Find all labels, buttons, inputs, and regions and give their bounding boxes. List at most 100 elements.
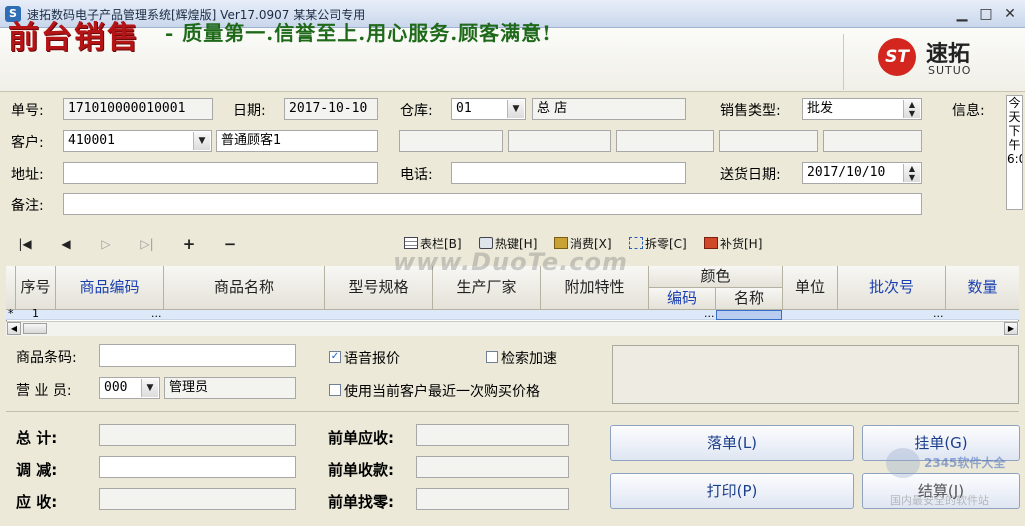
watermark-mascot-icon (886, 448, 920, 478)
grid-corner (6, 266, 16, 310)
add-row-button[interactable]: + (178, 235, 200, 253)
selected-cell[interactable] (716, 310, 782, 320)
banner-title: 前台销售 (8, 20, 140, 56)
total-field (99, 424, 296, 446)
prev-change-label: 前单找零: (328, 493, 394, 511)
col-header-color-name[interactable]: 名称 (716, 288, 783, 310)
customer-extra-field-5 (823, 130, 922, 152)
maximize-button[interactable]: □ (974, 4, 998, 24)
scroll-thumb[interactable] (23, 323, 47, 334)
delete-row-button[interactable]: − (219, 235, 241, 253)
prev-receivable-field (416, 424, 569, 446)
customer-extra-field-3 (616, 130, 714, 152)
watermark: www.DuoTe.com (393, 248, 628, 276)
chevron-down-icon[interactable]: ▼ (193, 132, 210, 150)
last-price-checkbox[interactable] (329, 384, 341, 396)
order-no-field[interactable]: 171010000010001 (63, 98, 213, 120)
last-record-button[interactable]: ▷| (136, 235, 158, 253)
restock-icon (704, 237, 718, 249)
divider (6, 411, 1019, 412)
phone-field[interactable] (451, 162, 686, 184)
prev-record-button[interactable]: ◀ (55, 235, 77, 253)
prev-received-field (416, 456, 569, 478)
warehouse-label: 仓库: (400, 103, 433, 119)
clerk-select[interactable]: 000 ▼ (99, 377, 160, 399)
logo-subtext: SUTUO (928, 64, 972, 77)
banner-slogan: - 质量第一.信誉至上.用心服务.顾客满意! (165, 21, 552, 45)
barcode-input[interactable] (99, 344, 296, 367)
print-button[interactable]: 打印(P) (610, 473, 854, 509)
warehouse-code: 01 (456, 101, 472, 116)
col-header-name[interactable]: 商品名称 (164, 266, 325, 310)
info-label: 信息: (952, 103, 985, 119)
hold-order-button[interactable]: 落单(L) (610, 425, 854, 461)
search-speedup-label: 检索加速 (501, 351, 557, 367)
delivery-date-label: 送货日期: (720, 167, 781, 183)
delivery-date-picker[interactable]: 2017/10/10 ▲ ▼ (802, 162, 922, 184)
remark-label: 备注: (11, 198, 44, 214)
close-button[interactable]: ✕ (998, 4, 1022, 24)
customer-select[interactable]: 410001 ▼ (63, 130, 212, 152)
col-header-code[interactable]: 商品编码 (56, 266, 164, 310)
adjust-input[interactable] (99, 456, 296, 478)
last-price-label: 使用当前客户最近一次购买价格 (344, 384, 540, 400)
sale-type-value: 批发 (807, 101, 834, 116)
horizontal-scrollbar[interactable] (6, 321, 1019, 336)
spin-arrows-icon[interactable]: ▲ ▼ (903, 164, 920, 182)
date-label: 日期: (233, 103, 266, 119)
address-field[interactable] (63, 162, 378, 184)
first-record-button[interactable]: |◀ (14, 235, 36, 253)
sale-type-label: 销售类型: (720, 103, 781, 119)
col-header-seq[interactable]: 序号 (16, 266, 56, 310)
receivable-label: 应 收: (16, 493, 58, 511)
prev-received-label: 前单收款: (328, 461, 394, 479)
restock-label: 补货[H] (720, 237, 763, 251)
chevron-down-icon[interactable]: ▼ (507, 100, 524, 118)
clerk-code: 000 (104, 380, 128, 395)
total-label: 总 计: (16, 429, 58, 447)
scroll-left-icon[interactable]: ◀ (7, 322, 21, 335)
chevron-down-icon[interactable]: ▼ (141, 379, 158, 397)
col-header-batch[interactable]: 批次号 (838, 266, 946, 310)
voice-quote-checkbox[interactable]: ✓ (329, 351, 341, 363)
restock-button[interactable]: 补货[H] (704, 235, 762, 253)
customer-extra-field-4 (719, 130, 818, 152)
clerk-label: 营 业 员: (16, 383, 72, 399)
row-batch-ellipsis-button[interactable]: ... (933, 308, 944, 320)
split-icon (629, 237, 643, 249)
row-color-ellipsis-button[interactable]: ... (704, 308, 715, 320)
search-speedup-checkbox[interactable] (486, 351, 498, 363)
date-field[interactable]: 2017-10-10 (284, 98, 378, 120)
spin-arrows-icon[interactable]: ▲ ▼ (903, 100, 920, 118)
logo-divider (843, 34, 844, 90)
remark-field[interactable] (63, 193, 922, 215)
warehouse-name-field: 总 店 (532, 98, 686, 120)
customer-extra-field-2 (508, 130, 611, 152)
warehouse-select[interactable]: 01 ▼ (451, 98, 526, 120)
prev-change-field (416, 488, 569, 510)
split-button[interactable]: 拆零[C] (629, 235, 687, 253)
row-marker: * (8, 307, 14, 320)
scroll-right-icon[interactable]: ▶ (1004, 322, 1018, 335)
next-record-button[interactable]: ▷ (95, 235, 117, 253)
customer-extra-field-1 (399, 130, 503, 152)
preview-panel (612, 345, 1019, 404)
minimize-button[interactable]: ▁ (950, 4, 974, 24)
sale-type-select[interactable]: 批发 ▲ ▼ (802, 98, 922, 120)
side-watermark: 2345软件大全 国内最安全的软件站 (880, 448, 1025, 526)
row-code-ellipsis-button[interactable]: ... (151, 308, 162, 320)
customer-label: 客户: (11, 135, 44, 151)
info-message: 今天下午6:0 (1006, 95, 1023, 210)
col-header-qty[interactable]: 数量 (946, 266, 1019, 310)
customer-name-field[interactable]: 普通顾客1 (216, 130, 378, 152)
side-watermark-line2: 国内最安全的软件站 (890, 494, 989, 507)
prev-receivable-label: 前单应收: (328, 429, 394, 447)
order-no-label: 单号: (11, 103, 44, 119)
receivable-field (99, 488, 296, 510)
delivery-date-value: 2017/10/10 (807, 165, 886, 180)
adjust-label: 调 减: (16, 461, 58, 479)
barcode-label: 商品条码: (16, 350, 77, 366)
col-header-color[interactable]: 颜色 (649, 266, 783, 288)
logo-icon: ST (878, 38, 916, 76)
col-header-unit[interactable]: 单位 (783, 266, 838, 310)
